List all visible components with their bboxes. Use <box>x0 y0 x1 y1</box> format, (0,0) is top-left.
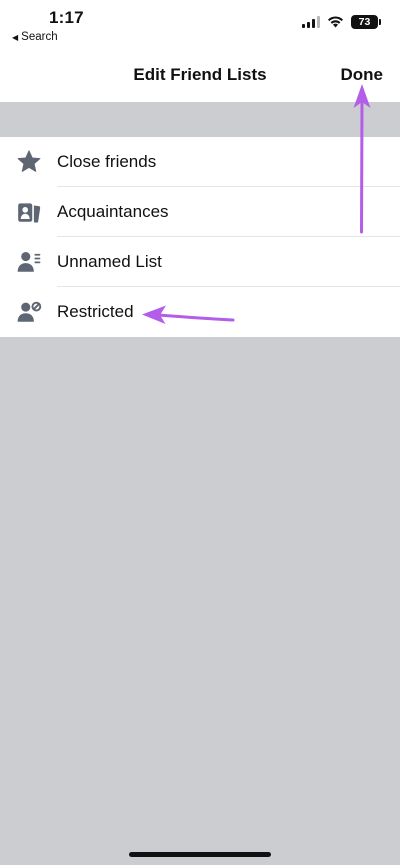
list-item-acquaintances[interactable]: Acquaintances <box>0 187 400 237</box>
status-time: 1:17 <box>49 8 84 27</box>
list-item-label: Unnamed List <box>57 252 162 271</box>
back-to-search-link[interactable]: ◀ Search <box>12 31 58 43</box>
star-icon <box>14 147 44 177</box>
person-list-icon <box>14 247 44 277</box>
friend-lists: Close friends Acquaintances Unnamed List <box>0 137 400 337</box>
list-item-label: Acquaintances <box>57 202 169 221</box>
done-button[interactable]: Done <box>341 65 384 85</box>
person-restricted-icon <box>14 297 44 327</box>
wifi-icon <box>328 16 343 28</box>
battery-indicator: 73 <box>351 15 381 29</box>
list-item-close-friends[interactable]: Close friends <box>0 137 400 187</box>
status-bar: 1:17 ◀ Search 73 <box>0 0 400 48</box>
home-indicator[interactable] <box>129 852 271 857</box>
annotation-overlay <box>142 84 371 324</box>
status-icons: 73 <box>302 15 381 29</box>
list-item-restricted[interactable]: Restricted <box>0 287 400 337</box>
back-arrow-icon: ◀ <box>12 32 19 42</box>
acquaintances-icon <box>14 197 44 227</box>
cellular-signal-icon <box>302 16 320 28</box>
back-to-search-label: Search <box>21 31 58 43</box>
list-item-label: Close friends <box>57 152 157 171</box>
list-item-unnamed-list[interactable]: Unnamed List <box>0 237 400 287</box>
list-item-label: Restricted <box>57 302 134 321</box>
